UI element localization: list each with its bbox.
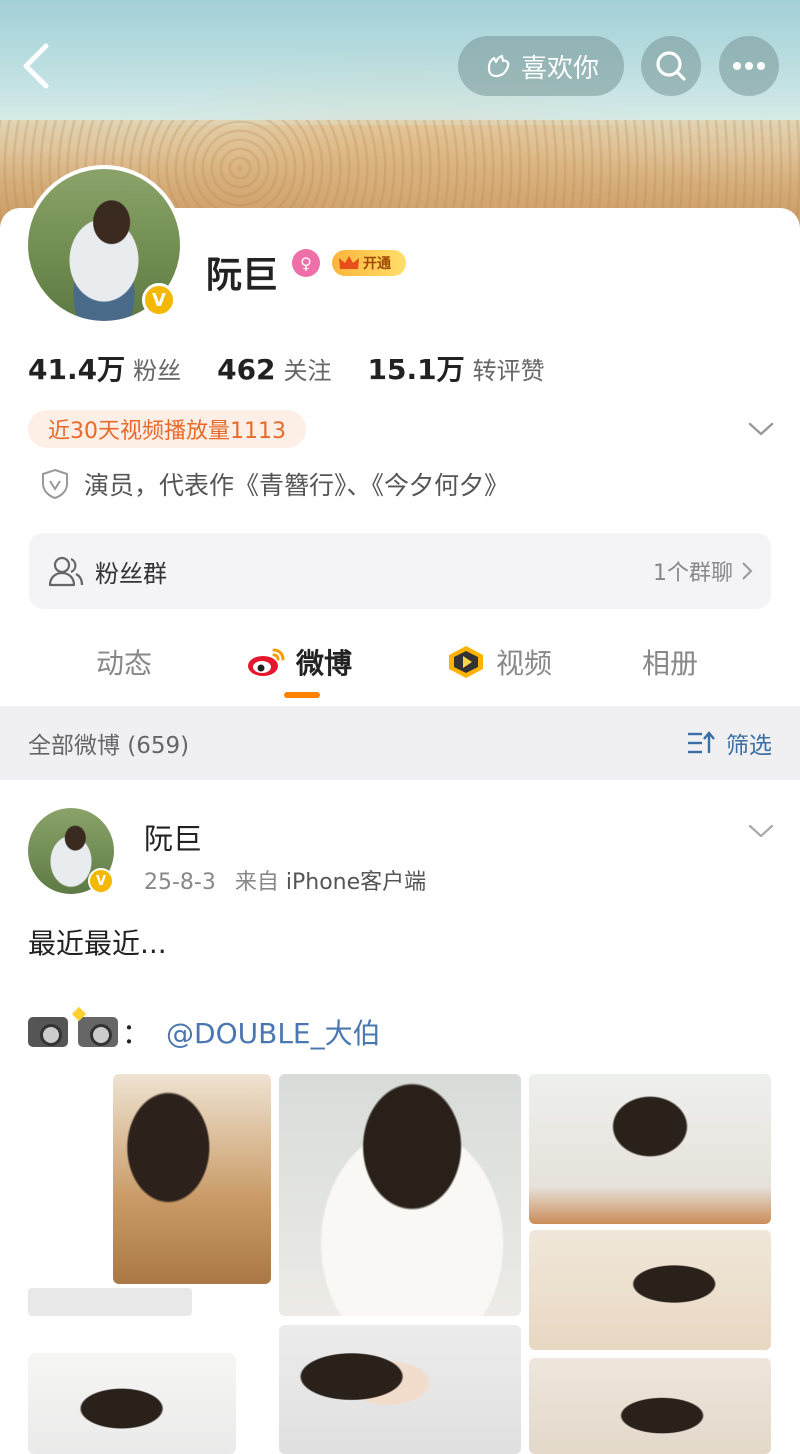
post-meta: 25-8-3 来自 iPhone客户端 bbox=[144, 864, 426, 896]
profile-avatar[interactable]: V bbox=[24, 165, 184, 325]
stat-number: 462 bbox=[217, 353, 276, 386]
stat-following[interactable]: 462 关注 bbox=[217, 351, 331, 386]
post-date: 25-8-3 bbox=[144, 870, 216, 895]
profile-bio: 演员，代表作《青簪行》、《今夕何夕》 bbox=[40, 466, 509, 502]
post-photo[interactable] bbox=[529, 1230, 771, 1350]
weibo-logo-icon bbox=[248, 648, 285, 676]
tab-album[interactable]: 相册 bbox=[642, 636, 698, 688]
fan-group-count: 1个群聊 bbox=[653, 555, 753, 587]
video-play-count-tag[interactable]: 近30天视频播放量1113 bbox=[28, 410, 306, 448]
chevron-right-icon bbox=[742, 562, 753, 580]
stat-label: 粉丝 bbox=[133, 357, 182, 385]
group-users-icon bbox=[48, 556, 84, 587]
profile-tabs: 动态 微博 视频 相册 bbox=[0, 636, 800, 704]
vip-open-badge[interactable]: 开通 bbox=[332, 250, 406, 276]
chevron-down-icon bbox=[748, 422, 774, 436]
filter-sort-icon bbox=[688, 731, 715, 754]
search-icon bbox=[656, 51, 686, 81]
profile-stats: 41.4万 粉丝 462 关注 15.1万 转评赞 bbox=[28, 348, 545, 388]
post-photo[interactable] bbox=[529, 1358, 771, 1454]
post-photo[interactable] bbox=[529, 1074, 771, 1224]
post-menu-button[interactable] bbox=[746, 820, 776, 844]
stat-followers[interactable]: 41.4万 粉丝 bbox=[28, 348, 181, 388]
back-button[interactable] bbox=[18, 40, 58, 92]
group-chat-count: 1个群聊 bbox=[653, 561, 733, 586]
chevron-left-icon bbox=[23, 43, 49, 89]
filter-button[interactable]: 筛选 bbox=[686, 726, 772, 760]
verified-badge: V bbox=[142, 283, 176, 317]
like-you-button[interactable]: 喜欢你 bbox=[458, 36, 624, 96]
crown-icon bbox=[339, 256, 359, 269]
like-hand-icon bbox=[487, 54, 510, 78]
post-source-prefix: 来自 bbox=[234, 870, 279, 895]
female-gender-icon: ♀ bbox=[292, 249, 320, 277]
stat-number: 15.1万 bbox=[367, 353, 465, 386]
weibo-post: V 阮巨 25-8-3 来自 iPhone客户端 最近最近... ： @DOUB… bbox=[0, 780, 800, 1454]
camera-flash-emoji-icon bbox=[78, 1017, 118, 1047]
stat-interactions[interactable]: 15.1万 转评赞 bbox=[368, 348, 545, 388]
filter-label: 筛选 bbox=[726, 733, 772, 759]
more-icon bbox=[733, 62, 765, 70]
more-button[interactable] bbox=[719, 36, 779, 96]
tab-label: 动态 bbox=[96, 647, 153, 680]
like-you-label: 喜欢你 bbox=[520, 53, 599, 84]
profile-name: 阮巨 bbox=[206, 255, 279, 296]
tab-label: 相册 bbox=[642, 647, 699, 680]
mention-link[interactable]: @DOUBLE_大伯 bbox=[166, 1012, 381, 1052]
vip-open-label: 开通 bbox=[363, 256, 391, 272]
chevron-down-icon bbox=[748, 824, 774, 838]
video-play-icon bbox=[449, 646, 483, 678]
fan-group-row[interactable]: 粉丝群 1个群聊 bbox=[29, 533, 771, 609]
search-button[interactable] bbox=[641, 36, 701, 96]
shield-icon bbox=[42, 468, 68, 500]
post-photo[interactable] bbox=[279, 1074, 521, 1316]
post-photo[interactable] bbox=[28, 1353, 236, 1454]
tab-feed[interactable]: 动态 bbox=[96, 636, 152, 688]
tab-weibo[interactable]: 微博 bbox=[246, 636, 352, 688]
stat-label: 转评赞 bbox=[472, 357, 545, 385]
post-source: iPhone客户端 bbox=[285, 870, 427, 895]
verified-badge: V bbox=[88, 868, 114, 894]
post-text: 最近最近... bbox=[28, 927, 167, 960]
fan-group-label: 粉丝群 bbox=[95, 559, 167, 588]
tab-video[interactable]: 视频 bbox=[446, 636, 552, 688]
photo-placeholder bbox=[28, 1288, 192, 1316]
post-author-name[interactable]: 阮巨 bbox=[144, 816, 202, 858]
stat-label: 关注 bbox=[283, 357, 332, 385]
bio-text: 演员，代表作《青簪行》、《今夕何夕》 bbox=[84, 471, 510, 500]
active-tab-indicator bbox=[284, 692, 320, 698]
all-posts-count: 全部微博 (659) bbox=[28, 733, 190, 759]
post-photo[interactable] bbox=[113, 1074, 271, 1284]
credit-separator: ： bbox=[122, 1017, 151, 1050]
post-photo-credit: ： @DOUBLE_大伯 bbox=[28, 1012, 381, 1052]
post-photo[interactable] bbox=[279, 1325, 521, 1454]
tab-label: 微博 bbox=[296, 647, 353, 680]
post-filter-bar: 全部微博 (659) 筛选 bbox=[0, 706, 800, 780]
stat-number: 41.4万 bbox=[28, 353, 126, 386]
camera-emoji-icon bbox=[28, 1017, 68, 1047]
expand-profile-button[interactable] bbox=[746, 414, 776, 444]
tab-label: 视频 bbox=[496, 647, 553, 680]
